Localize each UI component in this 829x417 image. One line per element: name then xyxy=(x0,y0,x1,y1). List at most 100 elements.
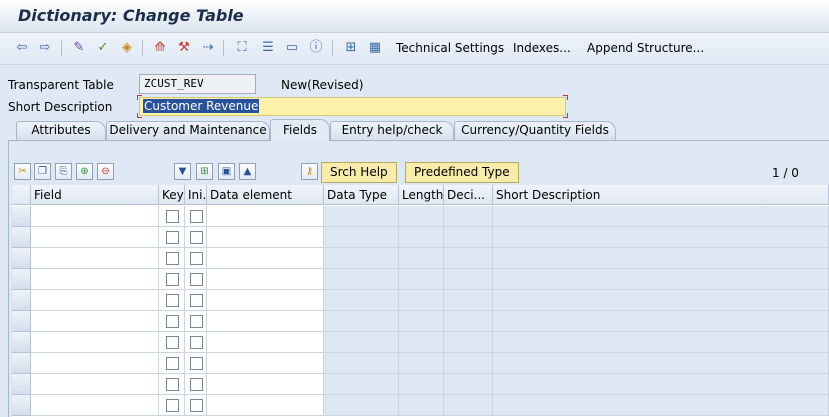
initial-checkbox[interactable] xyxy=(190,210,203,223)
key-checkbox[interactable] xyxy=(166,315,179,328)
object-list-icon[interactable]: ☰ xyxy=(260,40,276,56)
key-checkbox[interactable] xyxy=(166,378,179,391)
structure-icon[interactable]: ⊞ xyxy=(343,40,359,56)
key-cell[interactable] xyxy=(159,248,185,269)
row-selector[interactable] xyxy=(12,206,31,227)
display-change-icon[interactable]: ✎ xyxy=(71,40,87,56)
initial-checkbox[interactable] xyxy=(190,357,203,370)
field-cell[interactable] xyxy=(31,269,159,290)
row-selector[interactable] xyxy=(12,374,31,395)
initial-cell[interactable] xyxy=(185,290,207,311)
key-checkbox[interactable] xyxy=(166,399,179,412)
select-all-icon[interactable]: ▣ xyxy=(218,163,235,180)
initial-checkbox[interactable] xyxy=(190,315,203,328)
short-description-input[interactable]: Customer Revenue xyxy=(139,97,566,116)
key-icon[interactable]: ⚷ xyxy=(301,163,318,180)
column-header-length[interactable]: Length xyxy=(399,185,444,205)
tab-fields[interactable]: Fields xyxy=(270,119,330,141)
key-checkbox[interactable] xyxy=(166,252,179,265)
field-cell[interactable] xyxy=(31,374,159,395)
key-cell[interactable] xyxy=(159,374,185,395)
indexes-button[interactable]: Indexes... xyxy=(513,41,571,55)
tab-currency-quantity-fields[interactable]: Currency/Quantity Fields xyxy=(454,121,616,140)
field-cell[interactable] xyxy=(31,248,159,269)
data-element-cell[interactable] xyxy=(207,395,324,416)
initial-cell[interactable] xyxy=(185,374,207,395)
initial-checkbox[interactable] xyxy=(190,273,203,286)
collapse-icon[interactable]: ▲ xyxy=(239,163,256,180)
key-cell[interactable] xyxy=(159,290,185,311)
field-cell[interactable] xyxy=(31,395,159,416)
row-selector[interactable] xyxy=(12,290,31,311)
initial-checkbox[interactable] xyxy=(190,252,203,265)
initial-cell[interactable] xyxy=(185,206,207,227)
initial-checkbox[interactable] xyxy=(190,378,203,391)
field-cell[interactable] xyxy=(31,332,159,353)
info-icon[interactable]: ⓘ xyxy=(308,40,324,56)
key-cell[interactable] xyxy=(159,206,185,227)
key-checkbox[interactable] xyxy=(166,231,179,244)
initial-cell[interactable] xyxy=(185,332,207,353)
data-element-cell[interactable] xyxy=(207,206,324,227)
layout-icon[interactable]: ▭ xyxy=(284,40,300,56)
forward-icon[interactable]: ⇨ xyxy=(37,40,53,56)
data-element-cell[interactable] xyxy=(207,332,324,353)
navigation-icon[interactable]: ⇢ xyxy=(200,40,216,56)
key-checkbox[interactable] xyxy=(166,210,179,223)
data-element-cell[interactable] xyxy=(207,374,324,395)
predefined-type-button[interactable]: Predefined Type xyxy=(405,162,519,183)
initial-cell[interactable] xyxy=(185,227,207,248)
initial-checkbox[interactable] xyxy=(190,336,203,349)
key-cell[interactable] xyxy=(159,353,185,374)
tab-attributes[interactable]: Attributes xyxy=(16,121,106,140)
insert-row-icon[interactable]: ⊕ xyxy=(76,163,93,180)
row-selector[interactable] xyxy=(12,227,31,248)
back-icon[interactable]: ⇦ xyxy=(14,40,30,56)
technical-settings-button[interactable]: Technical Settings xyxy=(396,41,504,55)
field-cell[interactable] xyxy=(31,206,159,227)
column-header-initial[interactable]: Ini... xyxy=(185,185,207,205)
paste-icon[interactable]: ⎘ xyxy=(55,163,72,180)
column-header-decimals[interactable]: Deci... xyxy=(444,185,493,205)
tab-entry-help-check[interactable]: Entry help/check xyxy=(330,121,454,140)
row-selector[interactable] xyxy=(12,269,31,290)
field-cell[interactable] xyxy=(31,311,159,332)
column-header-field[interactable]: Field xyxy=(31,185,159,205)
initial-checkbox[interactable] xyxy=(190,399,203,412)
hierarchy-icon[interactable]: ⛶ xyxy=(234,40,250,56)
key-cell[interactable] xyxy=(159,269,185,290)
where-used-icon[interactable]: ⟰ xyxy=(152,40,168,56)
data-element-cell[interactable] xyxy=(207,353,324,374)
field-cell[interactable] xyxy=(31,353,159,374)
row-selector[interactable] xyxy=(12,353,31,374)
row-selector[interactable] xyxy=(12,332,31,353)
field-cell[interactable] xyxy=(31,227,159,248)
initial-cell[interactable] xyxy=(185,395,207,416)
data-element-cell[interactable] xyxy=(207,269,324,290)
select-all-header[interactable] xyxy=(12,185,31,205)
initial-cell[interactable] xyxy=(185,353,207,374)
grid-icon[interactable]: ▦ xyxy=(367,40,383,56)
key-checkbox[interactable] xyxy=(166,273,179,286)
column-header-data-type[interactable]: Data Type xyxy=(324,185,399,205)
row-selector[interactable] xyxy=(12,395,31,416)
add-field-icon[interactable]: ⊞ xyxy=(196,163,213,180)
column-header-data-element[interactable]: Data element xyxy=(207,185,324,205)
copy-icon[interactable]: ❐ xyxy=(34,163,51,180)
cut-icon[interactable]: ✂ xyxy=(14,163,31,180)
expand-icon[interactable]: ▼ xyxy=(174,163,191,180)
key-checkbox[interactable] xyxy=(166,336,179,349)
column-header-key[interactable]: Key xyxy=(159,185,185,205)
srch-help-button[interactable]: Srch Help xyxy=(321,162,397,183)
initial-cell[interactable] xyxy=(185,269,207,290)
data-element-cell[interactable] xyxy=(207,248,324,269)
key-cell[interactable] xyxy=(159,395,185,416)
key-cell[interactable] xyxy=(159,332,185,353)
wand-icon[interactable]: ⚒ xyxy=(176,40,192,56)
tab-delivery-and-maintenance[interactable]: Delivery and Maintenance xyxy=(106,121,270,140)
delete-row-icon[interactable]: ⊖ xyxy=(97,163,114,180)
check-icon[interactable]: ✓ xyxy=(95,40,111,56)
key-checkbox[interactable] xyxy=(166,294,179,307)
key-checkbox[interactable] xyxy=(166,357,179,370)
data-element-cell[interactable] xyxy=(207,227,324,248)
